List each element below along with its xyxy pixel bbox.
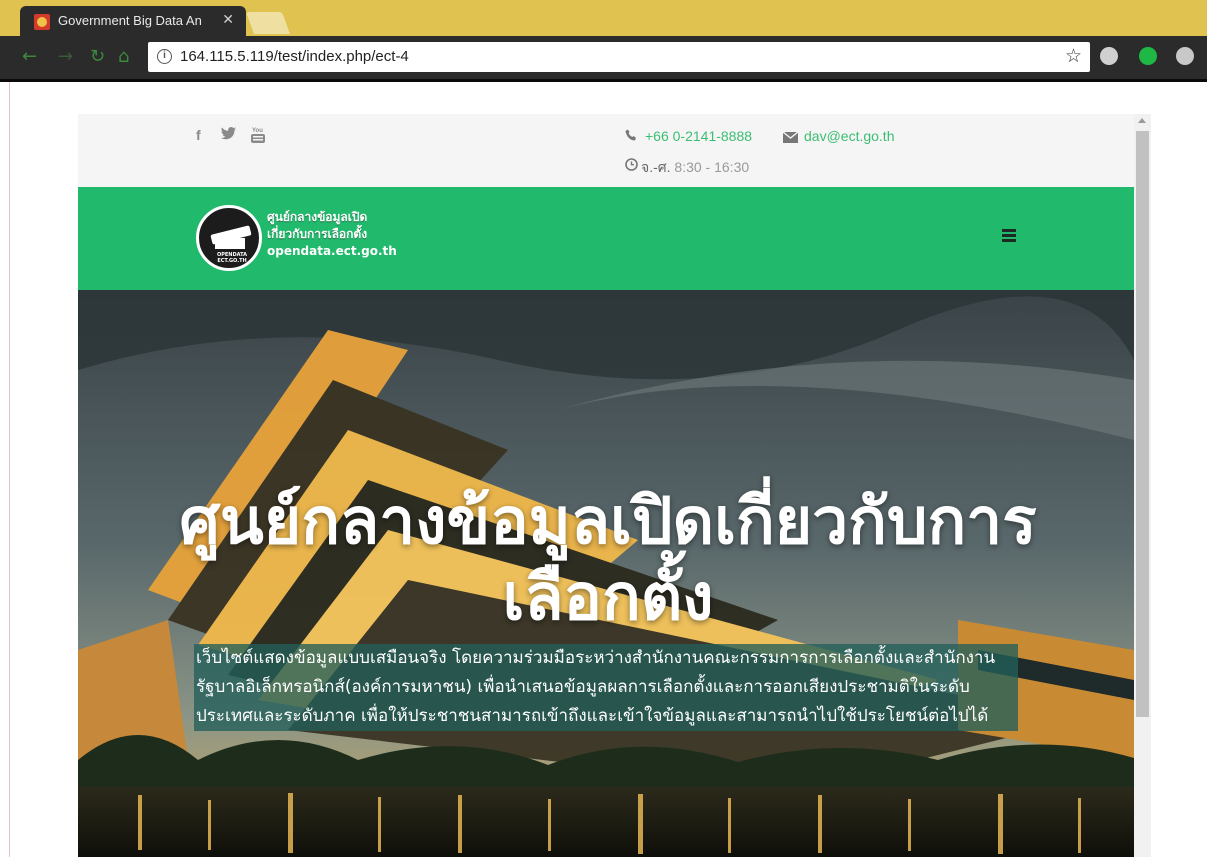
top-contact-bar: f You +66 0-2141-8888 dav@ect.go.th จ.-ศ… <box>78 114 1134 187</box>
phone-icon <box>625 129 638 145</box>
menu-hamburger-icon[interactable] <box>1002 229 1020 243</box>
main-navbar: OPENDATA ECT.GO.TH ศูนย์กลางข้อมูลเปิด เ… <box>78 187 1134 290</box>
address-bar[interactable]: i 164.115.5.119/test/index.php/ect-4 ☆ <box>148 42 1090 72</box>
page-scrollbar[interactable] <box>1134 114 1151 857</box>
phone-link[interactable]: +66 0-2141-8888 <box>645 128 752 144</box>
ballot-box-shape <box>215 238 245 249</box>
forward-arrow-icon[interactable]: → <box>58 46 73 67</box>
reload-icon[interactable]: ↻ <box>90 46 105 67</box>
url-text[interactable]: 164.115.5.119/test/index.php/ect-4 <box>180 48 409 65</box>
tab-close-icon[interactable]: ✕ <box>222 11 234 28</box>
business-hours: จ.-ศ. 8:30 - 16:30 <box>641 157 749 179</box>
hero-description: เว็บไซต์แสดงข้อมูลแบบเสมือนจริง โดยความร… <box>194 644 1018 731</box>
site-favicon-icon <box>34 14 50 30</box>
brand-name[interactable]: ศูนย์กลางข้อมูลเปิด เกี่ยวกับการเลือกตั้… <box>267 209 397 260</box>
email-link[interactable]: dav@ect.go.th <box>804 128 895 144</box>
info-icon[interactable]: i <box>157 49 172 64</box>
hero-title: ศูนย์กลางข้อมูลเปิดเกี่ยวกับการเลือกตั้ง <box>179 485 1037 635</box>
hero-banner: ศูนย์กลางข้อมูลเปิดเกี่ยวกับการเลือกตั้ง… <box>78 290 1134 857</box>
green-extension-icon[interactable] <box>1139 47 1157 65</box>
drive-extension-icon[interactable] <box>1100 47 1118 65</box>
tab-title: Government Big Data An <box>58 13 202 28</box>
svg-text:You: You <box>252 128 263 134</box>
logo-text-line-2: ECT.GO.TH <box>217 258 247 264</box>
clock-icon <box>625 158 638 174</box>
back-arrow-icon[interactable]: ← <box>22 46 37 67</box>
home-icon[interactable]: ⌂ <box>118 46 129 67</box>
browser-tabstrip: Government Big Data An ✕ <box>0 0 1207 36</box>
hours-time: 8:30 - 16:30 <box>674 159 750 175</box>
web-page: f You +66 0-2141-8888 dav@ect.go.th จ.-ศ… <box>78 114 1134 857</box>
twitter-icon[interactable] <box>221 127 236 143</box>
brand-domain: opendata.ect.go.th <box>267 244 397 258</box>
toolbar-border <box>0 79 1207 82</box>
brand-line-2: เกี่ยวกับการเลือกตั้ง <box>267 227 368 241</box>
window-border <box>9 82 10 857</box>
scrollbar-thumb[interactable] <box>1136 131 1149 717</box>
scroll-up-arrow-icon[interactable] <box>1138 118 1146 123</box>
brand-line-1: ศูนย์กลางข้อมูลเปิด <box>267 210 368 224</box>
logo-text: OPENDATA ECT.GO.TH <box>203 252 259 264</box>
hours-days-label: จ.-ศ. <box>641 159 671 175</box>
browser-toolbar: ← → ↻ ⌂ i 164.115.5.119/test/index.php/e… <box>0 36 1207 79</box>
browser-tab[interactable]: Government Big Data An ✕ <box>20 6 246 36</box>
envelope-icon <box>782 131 799 146</box>
youtube-icon[interactable]: You <box>250 126 266 147</box>
facebook-icon[interactable]: f <box>196 127 201 143</box>
new-tab-button[interactable] <box>245 12 291 34</box>
bookmark-star-icon[interactable]: ☆ <box>1065 45 1082 68</box>
shield-extension-icon[interactable] <box>1176 47 1194 65</box>
site-logo[interactable]: OPENDATA ECT.GO.TH <box>196 205 262 271</box>
